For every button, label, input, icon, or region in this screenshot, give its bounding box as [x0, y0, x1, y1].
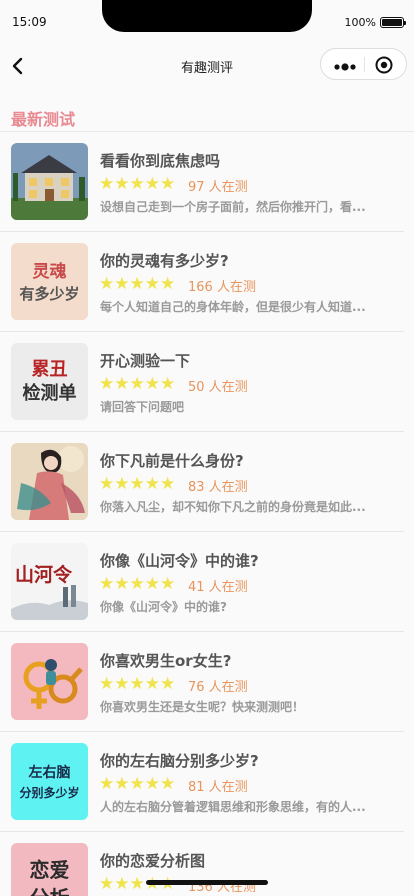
brain-age-thumbnail: 左右脑 分别多少岁 — [11, 743, 88, 820]
rating-stars: ★★★★★ — [99, 674, 176, 694]
list-item[interactable]: 恋爱 分析 你的恋爱分析图 ★★★★★ 136 人在测 — [0, 832, 404, 896]
battery-percent: 100% — [344, 16, 376, 29]
svg-text:灵魂: 灵魂 — [33, 261, 67, 282]
svg-text:分析: 分析 — [30, 886, 70, 896]
item-description: 设想自己走到一个房子面前，然后你推开门，看... — [100, 200, 366, 214]
rating-stars: ★★★★★ — [99, 374, 176, 394]
item-title: 你的左右脑分别多少岁? — [100, 752, 259, 770]
rating-stars: ★★★★★ — [99, 274, 176, 294]
svg-text:检测单: 检测单 — [23, 382, 77, 404]
list-item[interactable]: 你下凡前是什么身份? ★★★★★ 83 人在测 你落入凡尘，却不知你下凡之前的身… — [0, 432, 404, 532]
item-title: 你的灵魂有多少岁? — [100, 252, 229, 270]
participant-count: 76 人在测 — [188, 680, 248, 695]
rating-stars: ★★★★★ — [99, 574, 176, 594]
status-time: 15:09 — [12, 15, 47, 29]
shanheling-thumbnail: 山河令 — [11, 543, 88, 620]
participant-count: 81 人在测 — [188, 780, 248, 795]
item-description: 你喜欢男生还是女生呢？快来测测吧！ — [100, 700, 305, 714]
status-bar: 15:09 100% — [0, 0, 414, 46]
section-title: 最新测试 — [11, 110, 76, 129]
battery-icon — [380, 17, 406, 28]
house-thumbnail — [11, 143, 88, 220]
item-title: 你像《山河令》中的谁? — [100, 552, 259, 570]
rating-stars: ★★★★★ — [99, 474, 176, 494]
participant-count: 41 人在测 — [188, 580, 248, 595]
item-title: 你下凡前是什么身份? — [100, 452, 244, 470]
item-title: 开心测验一下 — [100, 352, 191, 370]
notch — [102, 0, 312, 32]
check-list-thumbnail: 累丑 检测单 — [11, 343, 88, 420]
fairy-illustration-thumbnail — [11, 443, 88, 520]
more-dots-icon — [334, 63, 356, 71]
svg-text:有多少岁: 有多少岁 — [19, 285, 79, 303]
test-list: 看看你到底焦虑吗 ★★★★★ 97 人在测 设想自己走到一个房子面前，然后你推开… — [0, 132, 414, 896]
participant-count: 166 人在测 — [188, 280, 256, 295]
list-item[interactable]: 你喜欢男生or女生? ★★★★★ 76 人在测 你喜欢男生还是女生呢？快来测测吧… — [0, 632, 404, 732]
item-title: 你喜欢男生or女生? — [100, 652, 232, 670]
item-description: 你像《山河令》中的谁? — [100, 600, 227, 614]
item-description: 人的左右脑分管着逻辑思维和形象思维，有的人... — [100, 800, 366, 814]
item-description: 请回答下问题吧 — [100, 400, 185, 414]
nav-bar: 有趣测评 — [0, 46, 414, 86]
target-icon — [375, 56, 393, 74]
participant-count: 136 人在测 — [188, 880, 256, 895]
svg-text:左右脑: 左右脑 — [28, 764, 71, 781]
item-title: 你的恋爱分析图 — [100, 852, 206, 870]
item-title: 看看你到底焦虑吗 — [100, 152, 221, 170]
svg-text:山河令: 山河令 — [15, 563, 73, 586]
more-button[interactable] — [333, 58, 363, 71]
list-item[interactable]: 累丑 检测单 开心测验一下 ★★★★★ 50 人在测 请回答下问题吧 — [0, 332, 404, 432]
close-miniprogram-button[interactable] — [374, 55, 394, 75]
list-item[interactable]: 灵魂 有多少岁 你的灵魂有多少岁? ★★★★★ 166 人在测 每个人知道自己的… — [0, 232, 404, 332]
participant-count: 83 人在测 — [188, 480, 248, 495]
list-item[interactable]: 左右脑 分别多少岁 你的左右脑分别多少岁? ★★★★★ 81 人在测 人的左右脑… — [0, 732, 404, 832]
mini-program-capsule — [320, 48, 407, 80]
rating-stars: ★★★★★ — [99, 174, 176, 194]
item-description: 你落入凡尘，却不知你下凡之前的身份竟是如此... — [100, 500, 366, 514]
capsule-divider — [364, 57, 365, 72]
svg-text:恋爱: 恋爱 — [30, 858, 70, 882]
participant-count: 97 人在测 — [188, 180, 248, 195]
participant-count: 50 人在测 — [188, 380, 248, 395]
list-item[interactable]: 看看你到底焦虑吗 ★★★★★ 97 人在测 设想自己走到一个房子面前，然后你推开… — [0, 132, 404, 232]
item-description: 每个人知道自己的身体年龄，但是很少有人知道... — [100, 300, 366, 314]
svg-text:分别多少岁: 分别多少岁 — [19, 785, 79, 800]
rating-stars: ★★★★★ — [99, 774, 176, 794]
list-item[interactable]: 山河令 你像《山河令》中的谁? ★★★★★ 41 人在测 你像《山河令》中的谁? — [0, 532, 404, 632]
gender-symbols-thumbnail — [11, 643, 88, 720]
soul-age-thumbnail: 灵魂 有多少岁 — [11, 243, 88, 320]
love-analysis-thumbnail: 恋爱 分析 — [11, 843, 88, 896]
home-indicator[interactable] — [146, 880, 268, 885]
svg-text:累丑: 累丑 — [32, 359, 68, 380]
